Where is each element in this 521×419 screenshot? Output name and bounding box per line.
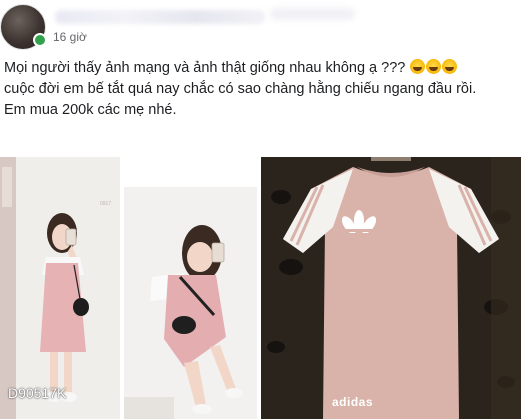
post-text-line: Mọi người thấy ảnh mạng và ảnh thật giốn… [4,58,514,79]
photo-grid: 0917 D90517K adidas [0,157,521,419]
post-text-line-1: Mọi người thấy ảnh mạng và ảnh thật giốn… [4,60,406,76]
actual-shirt-illustration [261,157,521,419]
brand-logo-text: adidas [332,395,374,409]
photo-caption-code: D90517K [8,385,67,401]
post-text-line-2: cuộc đời em bế tắt quá nay chắc có sao c… [4,81,477,97]
product-photo-model-front[interactable]: 0917 D90517K [0,157,120,419]
online-status-dot [33,33,47,47]
author-name-blurred[interactable] [55,10,265,24]
rofl-emoji-icon [410,59,426,74]
svg-text:0917: 0917 [100,201,111,207]
post-header: 16 giờ [0,0,521,52]
rofl-emoji-icon [442,59,458,74]
model-front-illustration: 0917 [0,157,120,419]
product-photo-model-seated[interactable] [124,167,257,419]
rofl-emoji-icon [426,59,442,74]
post-text: Mọi người thấy ảnh mạng và ảnh thật giốn… [4,58,514,121]
post-timestamp[interactable]: 16 giờ [53,30,87,44]
model-seated-illustration [124,167,257,419]
author-name-blurred-extra [270,8,355,20]
product-photo-actual-shirt[interactable] [261,157,521,419]
post-text-line-3: Em mua 200k các mẹ nhé. [4,102,177,118]
